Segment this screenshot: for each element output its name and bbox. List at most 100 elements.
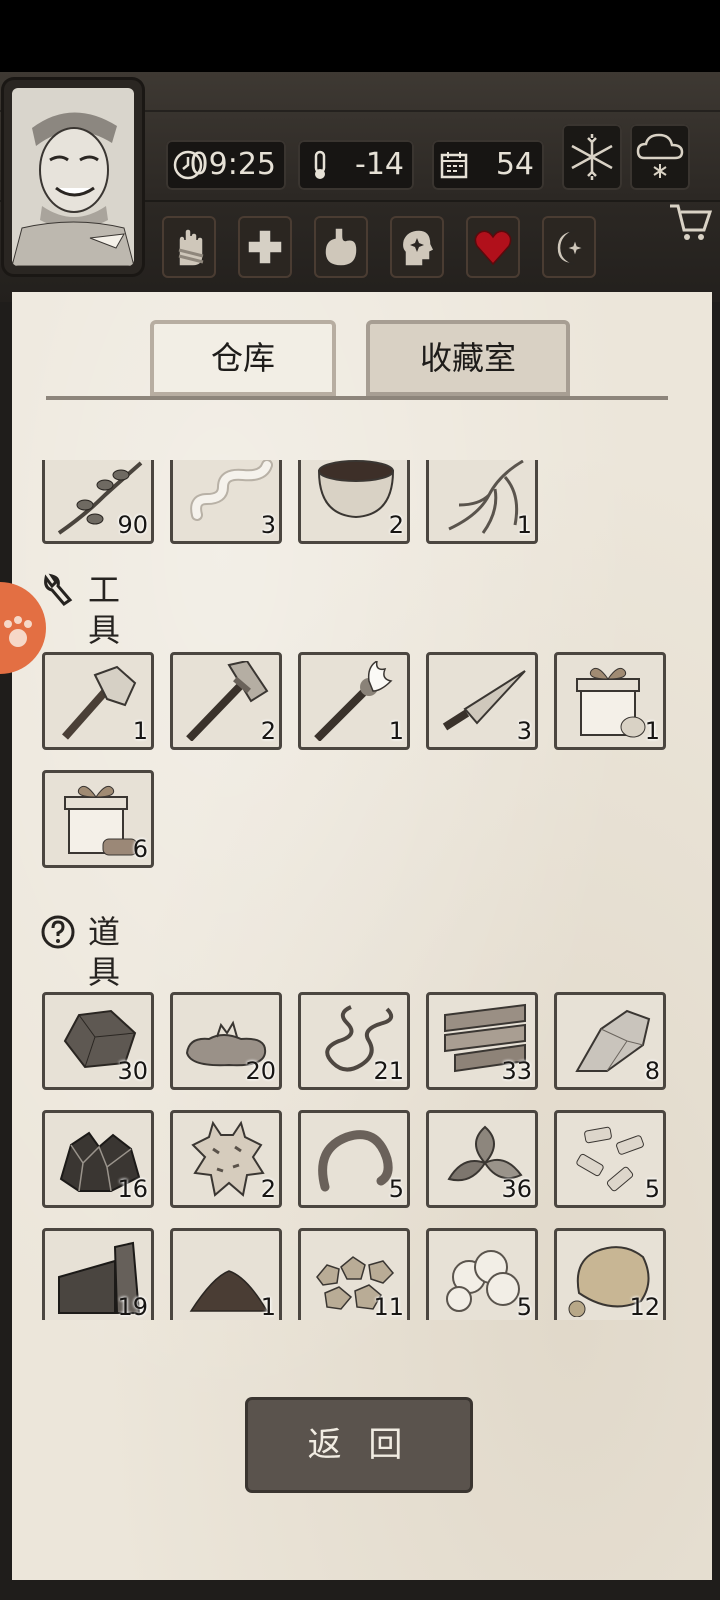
item-count: 1 [516, 511, 532, 539]
spear-tip-icon [442, 670, 526, 731]
item-count: 30 [117, 1057, 148, 1085]
item-count: 11 [373, 1293, 404, 1320]
wrench-icon [44, 573, 73, 606]
inventory-slot[interactable]: 90 [42, 460, 154, 544]
section-tools-title: 工具 [88, 571, 121, 649]
avatar [12, 88, 134, 266]
inventory-slot[interactable]: 8 [554, 992, 666, 1090]
inventory-slot[interactable]: 1 [170, 1228, 282, 1320]
calendar-icon [440, 152, 468, 179]
torch-icon [314, 661, 393, 741]
gift-box-wood-icon [64, 785, 138, 856]
animal-hide-icon [191, 1120, 265, 1197]
item-count: 6 [132, 835, 148, 863]
temperature-display: -14 [298, 140, 414, 190]
flint-icon [575, 1009, 651, 1072]
stone-hammer-icon [186, 661, 269, 741]
item-count: 2 [260, 717, 276, 745]
bowl-icon [317, 460, 395, 519]
snowflake-icon [571, 134, 613, 180]
item-count: 16 [117, 1175, 148, 1203]
bandaged-hand-icon [178, 228, 204, 267]
weather-snow-button[interactable] [630, 124, 690, 190]
back-button[interactable]: 返 回 [248, 1400, 470, 1490]
status-hand-button[interactable] [162, 216, 216, 278]
medical-cross-icon [247, 229, 283, 265]
tab-collection[interactable]: 收藏室 [366, 320, 570, 396]
item-count: 90 [117, 511, 148, 539]
inventory-slot[interactable]: 2 [170, 1110, 282, 1208]
heart-icon [474, 230, 512, 266]
item-count: 1 [388, 717, 404, 745]
item-count: 12 [629, 1293, 660, 1320]
item-count: 33 [501, 1057, 532, 1085]
character-portrait[interactable] [4, 80, 142, 274]
inventory-slot[interactable]: 3 [170, 460, 282, 544]
snowflake-season-button[interactable] [562, 124, 622, 190]
moon-star-icon [556, 229, 585, 265]
bone-fragments-icon [576, 1126, 644, 1192]
item-count: 2 [260, 1175, 276, 1203]
item-count: 3 [516, 717, 532, 745]
item-count: 19 [117, 1293, 148, 1320]
inventory-slot[interactable]: 3 [426, 652, 538, 750]
tabs-divider [46, 396, 668, 400]
inventory-slot[interactable]: 1 [426, 460, 538, 544]
status-mental-button[interactable] [390, 216, 444, 278]
inventory-slot[interactable]: 5 [554, 1110, 666, 1208]
tab-warehouse[interactable]: 仓库 [150, 320, 336, 396]
inventory-slot[interactable]: 21 [298, 992, 410, 1090]
inventory-slot[interactable]: 11 [298, 1228, 410, 1320]
item-count: 8 [644, 1057, 660, 1085]
question-circle-icon [41, 915, 75, 949]
item-count: 2 [388, 511, 404, 539]
cotton-icon [446, 1250, 520, 1312]
item-count: 5 [516, 1293, 532, 1320]
inventory-slot[interactable]: 36 [426, 1110, 538, 1208]
inventory-slot[interactable]: 16 [42, 1110, 154, 1208]
status-sleep-button[interactable] [542, 216, 596, 278]
day-counter: 54 [432, 140, 544, 190]
inventory-slot[interactable]: 1 [42, 652, 154, 750]
item-count: 1 [644, 717, 660, 745]
clock-display: 09:25 [166, 140, 286, 190]
item-count: 1 [132, 717, 148, 745]
status-stomach-button[interactable] [314, 216, 368, 278]
inventory-slot[interactable]: 5 [426, 1228, 538, 1320]
inventory-slot[interactable]: 20 [170, 992, 282, 1090]
item-count: 36 [501, 1175, 532, 1203]
inventory-slot[interactable]: 2 [170, 652, 282, 750]
gift-box-food-icon [576, 667, 646, 738]
status-heart-button[interactable] [466, 216, 520, 278]
system-status-bar [0, 0, 720, 72]
inventory-slot[interactable]: 1 [554, 652, 666, 750]
status-health-button[interactable] [238, 216, 292, 278]
section-items-title: 道具 [88, 913, 121, 991]
shop-cart-icon[interactable] [668, 200, 712, 244]
inventory-slot[interactable]: 30 [42, 992, 154, 1090]
soil-pile-icon [189, 1270, 269, 1312]
root-icon [448, 460, 524, 534]
inventory-scroll-area[interactable]: 90 3 2 1 工具 1 2 1 3 1 6 道具 30 20 21 33 8… [12, 460, 712, 1320]
inventory-slot[interactable]: 19 [42, 1228, 154, 1320]
inventory-slot[interactable]: 5 [298, 1110, 410, 1208]
temperature-value: -14 [355, 147, 404, 182]
thermometer-icon [314, 150, 326, 179]
head-sparkle-icon [401, 229, 436, 267]
inventory-slot[interactable]: 12 [554, 1228, 666, 1320]
item-count: 21 [373, 1057, 404, 1085]
item-count: 1 [260, 1293, 276, 1320]
time-value: 09:25 [189, 147, 276, 182]
bandage-icon [190, 460, 273, 521]
inventory-slot[interactable]: 33 [426, 992, 538, 1090]
cloud-snow-icon [636, 133, 684, 178]
item-count: 5 [388, 1175, 404, 1203]
inventory-slot[interactable]: 1 [298, 652, 410, 750]
stone-axe-icon [62, 665, 137, 740]
day-value: 54 [495, 147, 534, 182]
inventory-slot[interactable]: 2 [298, 460, 410, 544]
inventory-slot[interactable]: 6 [42, 770, 154, 868]
stomach-icon [324, 227, 358, 267]
item-count: 20 [245, 1057, 276, 1085]
item-count: 3 [260, 511, 276, 539]
